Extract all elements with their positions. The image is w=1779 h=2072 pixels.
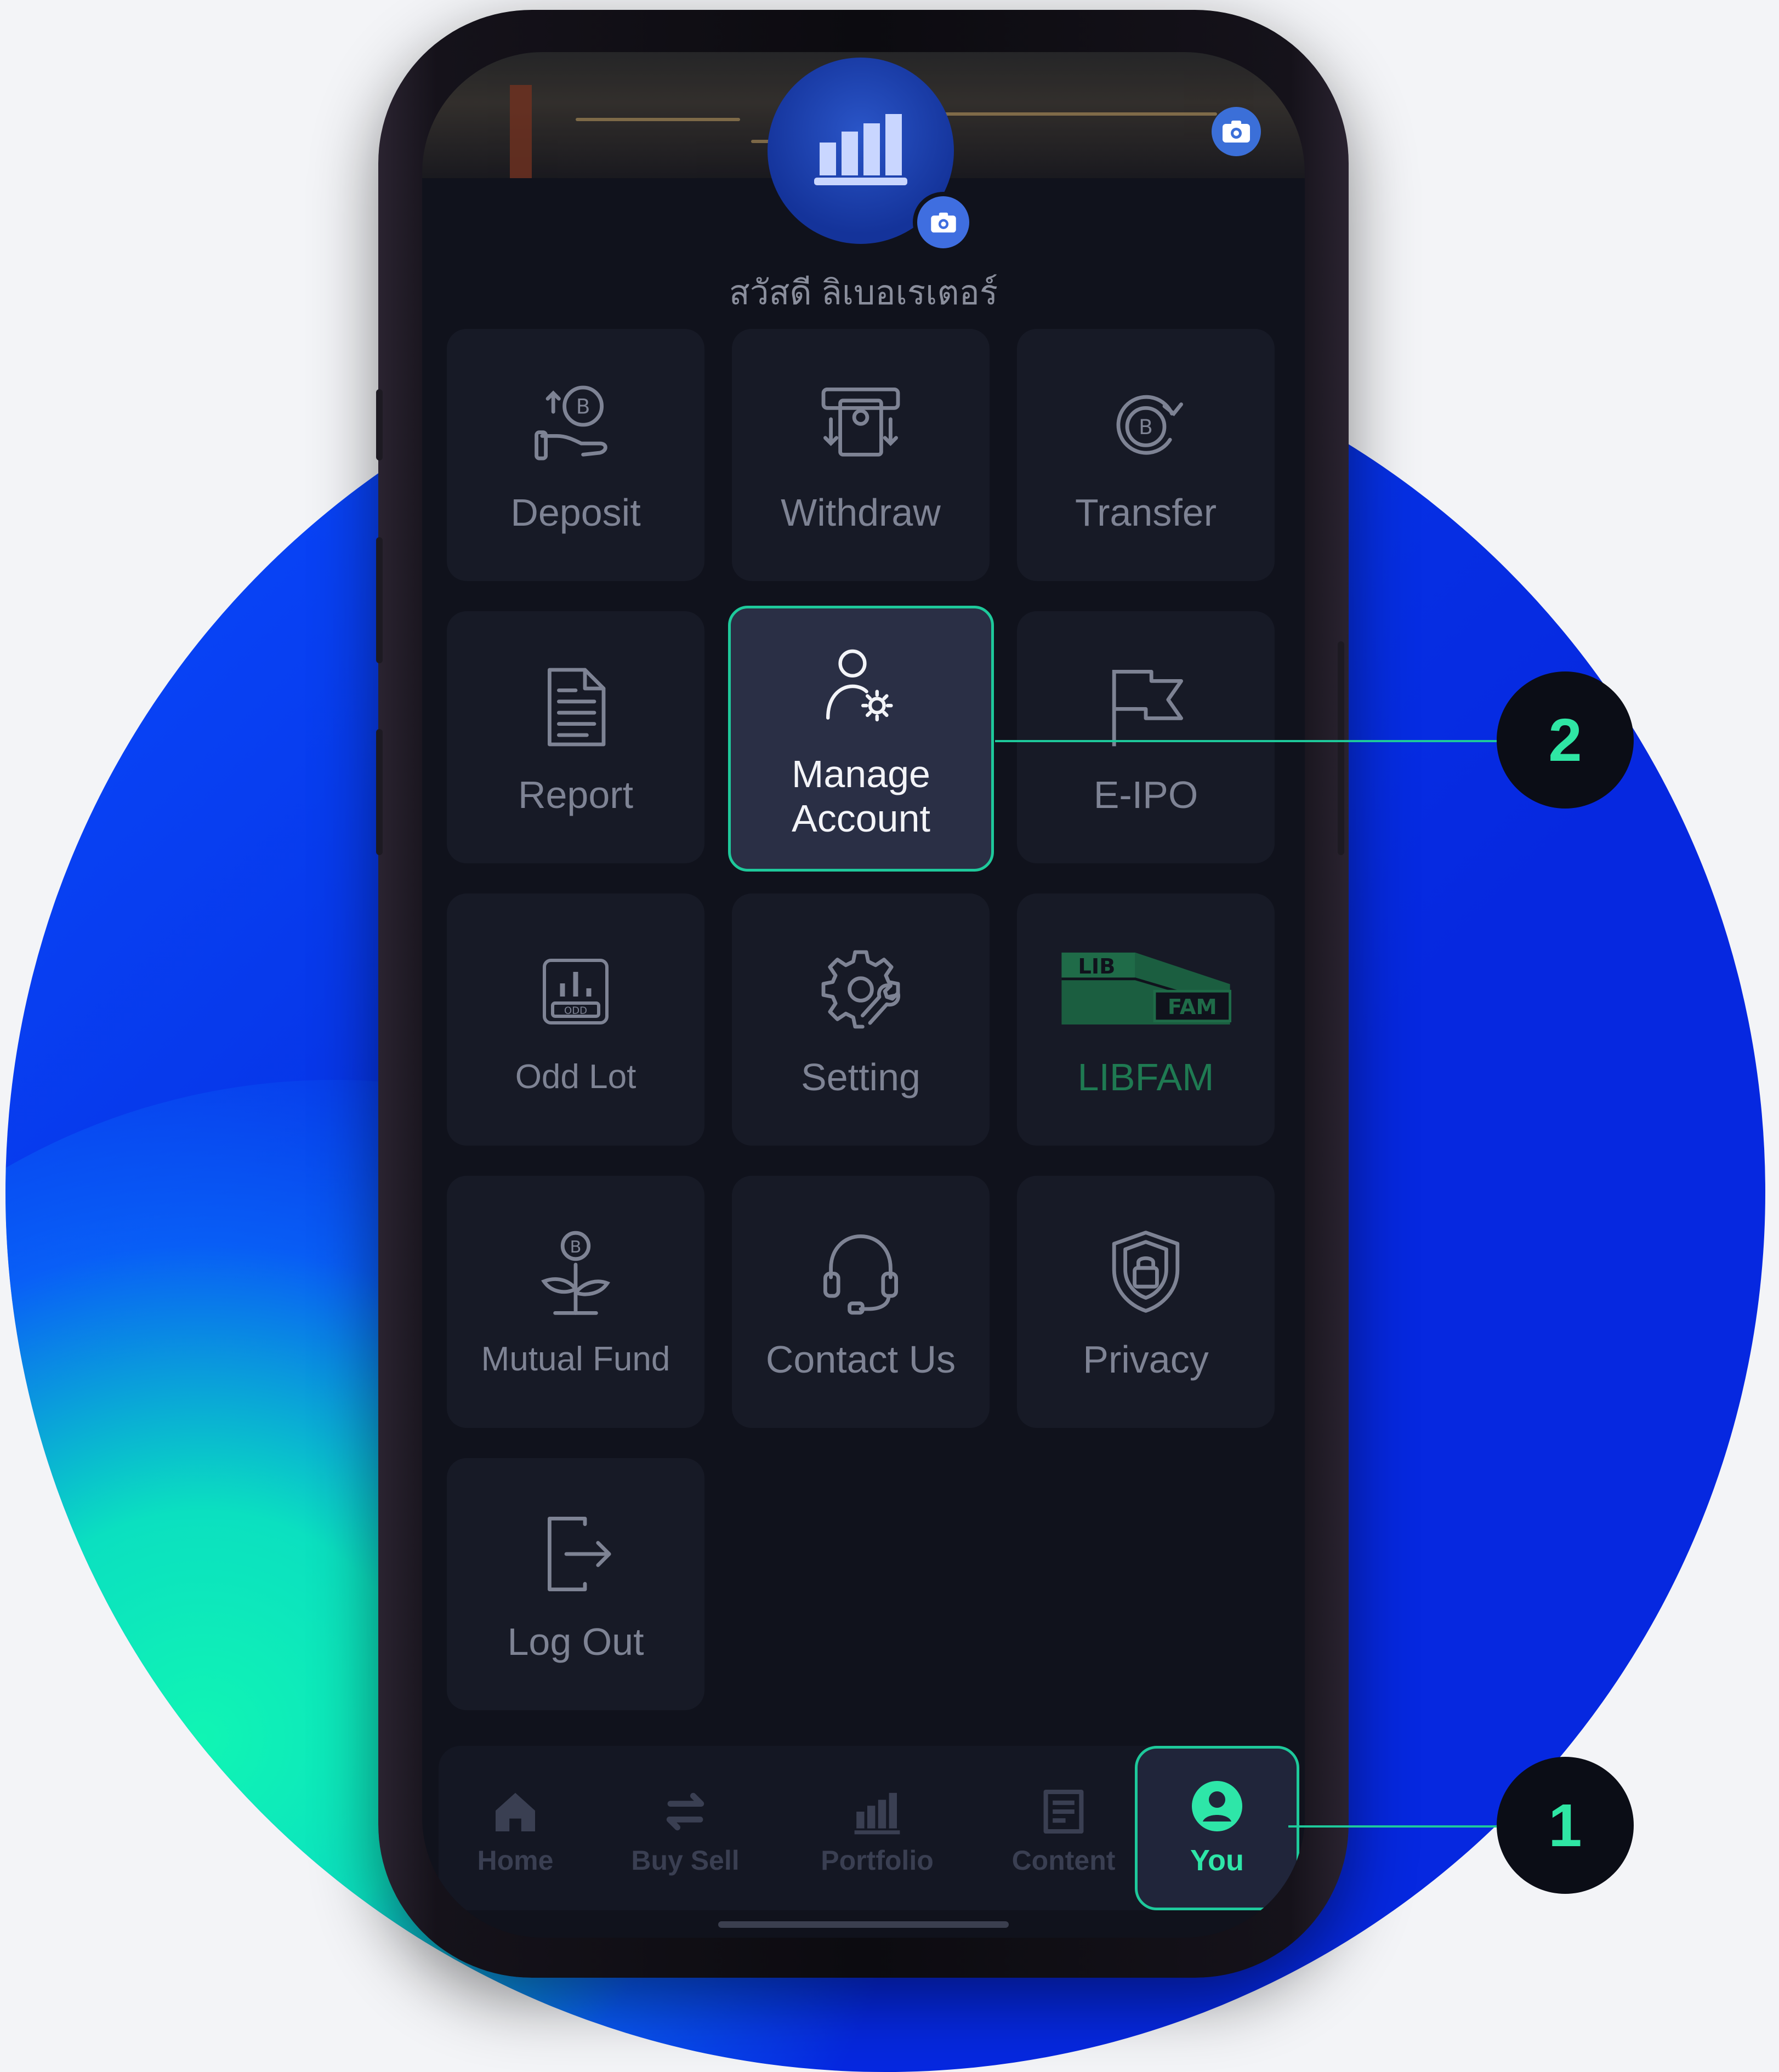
libfam-logo-top: LIB — [1078, 954, 1115, 979]
avatar-camera-button[interactable] — [913, 192, 974, 253]
menu-libfam[interactable]: LIB FAM LIBFAM — [1017, 893, 1275, 1146]
menu-transfer[interactable]: B Transfer — [1017, 329, 1275, 581]
libfam-logo-bottom: FAM — [1168, 995, 1217, 1020]
content-document-icon — [1043, 1789, 1084, 1834]
odd-lot-icon: ODD — [526, 942, 625, 1041]
menu-withdraw[interactable]: Withdraw — [732, 329, 990, 581]
nav-label: You — [1190, 1844, 1244, 1877]
phone-power-button — [1338, 641, 1344, 855]
menu-label: Mutual Fund — [481, 1340, 670, 1379]
menu-label: LIBFAM — [1077, 1055, 1214, 1098]
home-icon — [496, 1792, 535, 1831]
menu-manage-account[interactable]: Manage Account — [728, 606, 994, 872]
headset-icon — [811, 1222, 910, 1321]
nav-buy-sell[interactable]: Buy Sell — [619, 1784, 751, 1876]
svg-text:B: B — [1139, 415, 1153, 439]
menu-label: Log Out — [507, 1620, 644, 1663]
menu-e-ipo[interactable]: E-IPO — [1017, 611, 1275, 863]
camera-icon — [1223, 121, 1250, 143]
callout-line-1 — [1288, 1825, 1497, 1828]
odd-badge: ODD — [564, 1005, 587, 1017]
baht-plant-icon: B — [526, 1225, 625, 1323]
menu-deposit[interactable]: B Deposit — [447, 329, 704, 581]
nav-label: Content — [1011, 1845, 1116, 1876]
callout-badge-2: 2 — [1497, 671, 1634, 809]
nav-you[interactable]: You — [1135, 1746, 1299, 1910]
menu-label: Odd Lot — [515, 1058, 636, 1096]
menu-label: E-IPO — [1093, 773, 1198, 816]
menu-label: Contact Us — [765, 1337, 956, 1381]
libfam-logo: LIB FAM — [1058, 940, 1234, 1039]
menu-report[interactable]: Report — [447, 611, 704, 863]
menu-odd-lot[interactable]: ODD Odd Lot — [447, 893, 704, 1146]
nav-portfolio[interactable]: Portfolio — [811, 1784, 943, 1876]
menu-privacy[interactable]: Privacy — [1017, 1176, 1275, 1428]
menu-label: Report — [518, 773, 634, 816]
atm-withdraw-icon — [811, 375, 910, 474]
camera-icon — [930, 212, 956, 232]
callout-line-2 — [995, 740, 1497, 742]
menu-log-out[interactable]: Log Out — [447, 1458, 704, 1710]
portfolio-bars-icon — [854, 1792, 900, 1835]
svg-text:B: B — [576, 394, 590, 418]
shield-lock-icon — [1096, 1222, 1195, 1321]
user-circle-icon — [1192, 1781, 1242, 1831]
logout-icon — [526, 1505, 625, 1603]
app-screen: สวัสดี ลิเบอเรเตอร์ B Deposit Withdraw B… — [422, 52, 1305, 1938]
menu-mutual-fund[interactable]: B Mutual Fund — [447, 1176, 704, 1428]
callout-badge-1: 1 — [1497, 1757, 1634, 1894]
phone-volume-down — [376, 729, 383, 855]
menu-label: Manage Account — [792, 753, 930, 840]
greeting-text: สวัสดี ลิเบอเรเตอร์ — [729, 274, 998, 312]
nav-label: Home — [477, 1845, 554, 1876]
document-icon — [526, 658, 625, 756]
nav-content[interactable]: Content — [998, 1784, 1129, 1876]
nav-home[interactable]: Home — [450, 1784, 581, 1876]
menu-label: Transfer — [1075, 491, 1217, 534]
menu-label: Privacy — [1083, 1337, 1209, 1381]
phone-volume-up — [376, 537, 383, 663]
swap-arrows-icon — [666, 1792, 704, 1831]
menu-label: Deposit — [510, 491, 641, 534]
user-gear-icon — [812, 637, 911, 736]
menu-setting[interactable]: Setting — [732, 893, 990, 1146]
gear-wrench-icon — [811, 940, 910, 1039]
phone-mute-switch — [376, 389, 383, 460]
cover-camera-button[interactable] — [1212, 107, 1261, 156]
home-indicator — [718, 1921, 1009, 1928]
menu-contact-us[interactable]: Contact Us — [732, 1176, 990, 1428]
nav-label: Portfolio — [821, 1845, 934, 1876]
baht-transfer-icon: B — [1096, 375, 1195, 474]
menu-label: Setting — [801, 1055, 920, 1098]
menu-label: Withdraw — [781, 491, 941, 534]
svg-text:B: B — [570, 1238, 582, 1257]
nav-label: Buy Sell — [631, 1845, 740, 1876]
baht-deposit-icon: B — [526, 375, 625, 474]
liberator-logo — [814, 114, 907, 185]
